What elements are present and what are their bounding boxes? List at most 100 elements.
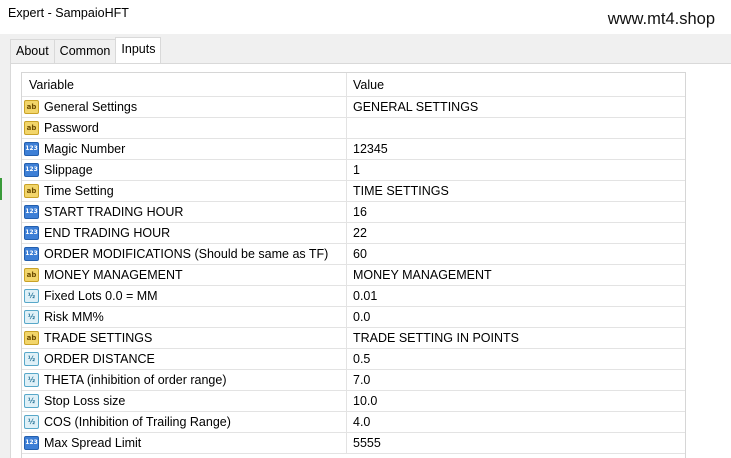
table-row[interactable]: ½ COS (Inhibition of Trailing Range) 4.0	[22, 412, 685, 433]
variable-name: Password	[44, 121, 99, 135]
variable-cell: ½ Stop Loss size	[22, 391, 347, 411]
left-edge-accent	[0, 178, 2, 200]
variable-cell: ab TRADE SETTINGS	[22, 328, 347, 348]
value-cell[interactable]: 7.0	[347, 370, 685, 390]
value-cell[interactable]: 0.5	[347, 349, 685, 369]
tab-about[interactable]: About	[10, 39, 55, 63]
variable-name: Magic Number	[44, 142, 126, 156]
variable-cell: ½ Risk MM%	[22, 307, 347, 327]
variable-name: Fixed Lots 0.0 = MM	[44, 289, 158, 303]
column-header-value[interactable]: Value	[347, 73, 685, 96]
value-cell[interactable]: TIME SETTINGS	[347, 181, 685, 201]
table-body: ab General Settings GENERAL SETTINGS ab Pass…	[22, 97, 685, 454]
value-cell[interactable]: 5555	[347, 433, 685, 453]
value-text: 16	[353, 205, 367, 219]
tab-common[interactable]: Common	[53, 39, 117, 63]
table-row[interactable]: ab Time Setting TIME SETTINGS	[22, 181, 685, 202]
value-text: GENERAL SETTINGS	[353, 100, 479, 114]
value-text: 12345	[353, 142, 388, 156]
value-cell[interactable]	[347, 118, 685, 138]
half-double-icon: ½	[24, 310, 39, 324]
value-cell[interactable]: GENERAL SETTINGS	[347, 97, 685, 117]
123-integer-icon: 123	[24, 247, 39, 261]
watermark-text: www.mt4.shop	[607, 10, 715, 28]
value-cell[interactable]: 10.0	[347, 391, 685, 411]
ab-string-icon: ab	[24, 100, 39, 114]
half-double-icon: ½	[24, 394, 39, 408]
inputs-table: Variable Value ab General Settings GENERAL…	[21, 72, 686, 458]
variable-cell: ½ COS (Inhibition of Trailing Range)	[22, 412, 347, 432]
table-row[interactable]: 123 END TRADING HOUR 22	[22, 223, 685, 244]
value-cell[interactable]: TRADE SETTING IN POINTS	[347, 328, 685, 348]
value-text: 0.01	[353, 289, 378, 303]
ab-string-icon: ab	[24, 184, 39, 198]
table-row[interactable]: ½ Stop Loss size 10.0	[22, 391, 685, 412]
half-double-icon: ½	[24, 289, 39, 303]
title-bar: Expert - SampaioHFT www.mt4.shop	[0, 0, 731, 34]
variable-cell: 123 Slippage	[22, 160, 347, 180]
value-text: 0.0	[353, 310, 371, 324]
table-row[interactable]: 123 Magic Number 12345	[22, 139, 685, 160]
value-cell[interactable]: 0.0	[347, 307, 685, 327]
variable-name: END TRADING HOUR	[44, 226, 171, 240]
value-cell[interactable]: 60	[347, 244, 685, 264]
ab-string-icon: ab	[24, 121, 39, 135]
table-row[interactable]: 123 Max Spread Limit 5555	[22, 433, 685, 454]
variable-name: TRADE SETTINGS	[44, 331, 153, 345]
variable-cell: 123 Max Spread Limit	[22, 433, 347, 453]
half-double-icon: ½	[24, 373, 39, 387]
table-row[interactable]: ½ THETA (inhibition of order range) 7.0	[22, 370, 685, 391]
123-integer-icon: 123	[24, 163, 39, 177]
value-text: 60	[353, 247, 367, 261]
variable-name: ORDER MODIFICATIONS (Should be same as T…	[44, 247, 329, 261]
table-row[interactable]: ½ ORDER DISTANCE 0.5	[22, 349, 685, 370]
123-integer-icon: 123	[24, 226, 39, 240]
table-row[interactable]: ½ Fixed Lots 0.0 = MM 0.01	[22, 286, 685, 307]
tab-inputs[interactable]: Inputs	[115, 37, 162, 63]
variable-name: Max Spread Limit	[44, 436, 142, 450]
123-integer-icon: 123	[24, 205, 39, 219]
inputs-panel: Variable Value ab General Settings GENERAL…	[10, 63, 731, 458]
table-row[interactable]: ½ Risk MM% 0.0	[22, 307, 685, 328]
variable-cell: ab Time Setting	[22, 181, 347, 201]
value-cell[interactable]: 22	[347, 223, 685, 243]
variable-name: ORDER DISTANCE	[44, 352, 155, 366]
variable-name: COS (Inhibition of Trailing Range)	[44, 415, 231, 429]
value-text: 0.5	[353, 352, 371, 366]
value-cell[interactable]: 1	[347, 160, 685, 180]
variable-cell: 123 START TRADING HOUR	[22, 202, 347, 222]
table-row[interactable]: 123 Slippage 1	[22, 160, 685, 181]
value-cell[interactable]: 4.0	[347, 412, 685, 432]
table-row[interactable]: ab TRADE SETTINGS TRADE SETTING IN POINTS	[22, 328, 685, 349]
half-double-icon: ½	[24, 415, 39, 429]
123-integer-icon: 123	[24, 142, 39, 156]
value-cell[interactable]: 0.01	[347, 286, 685, 306]
table-row[interactable]: 123 ORDER MODIFICATIONS (Should be same a…	[22, 244, 685, 265]
window-title: Expert - SampaioHFT	[8, 6, 129, 20]
variable-cell: 123 END TRADING HOUR	[22, 223, 347, 243]
value-cell[interactable]: 12345	[347, 139, 685, 159]
variable-cell: ½ Fixed Lots 0.0 = MM	[22, 286, 347, 306]
value-cell[interactable]: 16	[347, 202, 685, 222]
table-row[interactable]: ab Password	[22, 118, 685, 139]
variable-name: MONEY MANAGEMENT	[44, 268, 183, 282]
column-header-variable[interactable]: Variable	[22, 73, 347, 96]
variable-cell: 123 ORDER MODIFICATIONS (Should be same a…	[22, 244, 347, 264]
variable-name: Stop Loss size	[44, 394, 126, 408]
variable-name: Time Setting	[44, 184, 114, 198]
table-row[interactable]: ab General Settings GENERAL SETTINGS	[22, 97, 685, 118]
variable-cell: 123 Magic Number	[22, 139, 347, 159]
table-row[interactable]: ab MONEY MANAGEMENT MONEY MANAGEMENT	[22, 265, 685, 286]
value-text: 7.0	[353, 373, 371, 387]
value-text: TRADE SETTING IN POINTS	[353, 331, 519, 345]
table-row[interactable]: 123 START TRADING HOUR 16	[22, 202, 685, 223]
variable-name: START TRADING HOUR	[44, 205, 184, 219]
ab-string-icon: ab	[24, 331, 39, 345]
variable-cell: ab Password	[22, 118, 347, 138]
variable-name: General Settings	[44, 100, 138, 114]
table-header: Variable Value	[22, 73, 685, 97]
variable-name: THETA (inhibition of order range)	[44, 373, 227, 387]
value-cell[interactable]: MONEY MANAGEMENT	[347, 265, 685, 285]
value-text: MONEY MANAGEMENT	[353, 268, 492, 282]
variable-cell: ½ ORDER DISTANCE	[22, 349, 347, 369]
